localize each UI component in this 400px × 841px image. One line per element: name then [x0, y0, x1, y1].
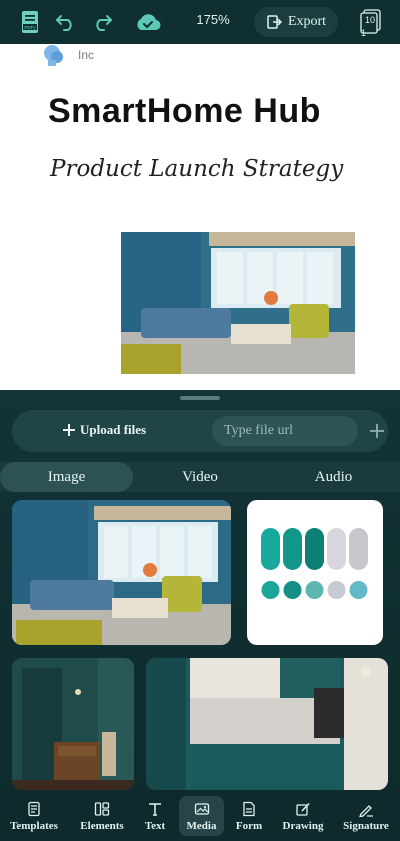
logo-text: Inc: [78, 48, 95, 62]
living-room-image[interactable]: [121, 232, 355, 374]
media-icon: [194, 802, 209, 815]
nav-text-label: Text: [144, 819, 166, 832]
redo-icon[interactable]: [88, 8, 116, 36]
palette-swatch: [327, 528, 346, 570]
pages-count: 10: [365, 15, 376, 25]
palette-swatch: [283, 528, 302, 570]
elements-icon: [94, 801, 110, 816]
tab-video[interactable]: Video: [133, 462, 267, 492]
palette-dot: [261, 581, 280, 599]
nav-signature[interactable]: Signature: [336, 796, 396, 836]
export-icon: [267, 15, 282, 29]
nav-form[interactable]: Form: [230, 796, 268, 836]
svg-text:PDFy: PDFy: [24, 25, 36, 30]
upload-row: Upload files: [12, 410, 388, 452]
nav-form-label: Form: [235, 819, 263, 832]
nav-elements[interactable]: Elements: [72, 796, 132, 836]
upload-files-button[interactable]: Upload files: [62, 422, 146, 438]
drawing-icon: [296, 802, 310, 816]
brain-logo-icon: [42, 44, 68, 68]
document-subtitle[interactable]: Product Launch Strategy: [50, 156, 343, 182]
templates-icon: [28, 801, 40, 816]
media-thumb-living-room[interactable]: [12, 500, 231, 645]
export-label: Export: [287, 14, 327, 29]
nav-elements-label: Elements: [80, 819, 124, 832]
palette-dot: [305, 581, 324, 599]
current-page: 1: [361, 28, 367, 38]
media-thumb-teal-room[interactable]: [12, 658, 134, 790]
nav-drawing-label: Drawing: [282, 819, 324, 832]
nav-drawing[interactable]: Drawing: [278, 796, 328, 836]
media-panel: Upload files Image Video Audio: [0, 390, 400, 790]
palette-swatch: [261, 528, 280, 570]
bottom-navigation: Templates Elements Text Media Form Drawi…: [0, 790, 400, 841]
nav-templates-label: Templates: [10, 819, 58, 832]
palette-dot: [349, 581, 368, 599]
nav-media-label: Media: [186, 819, 217, 832]
media-thumb-color-palette[interactable]: [247, 500, 383, 645]
palette-dot: [327, 581, 346, 599]
file-url-input[interactable]: [212, 416, 358, 446]
palette-swatches: [261, 528, 368, 599]
undo-icon[interactable]: [52, 8, 80, 36]
media-tabs: Image Video Audio: [0, 462, 400, 492]
export-button[interactable]: Export: [254, 7, 338, 37]
tab-image[interactable]: Image: [0, 462, 133, 492]
upload-files-label: Upload files: [80, 422, 147, 437]
zoom-level[interactable]: 175%: [186, 12, 240, 27]
file-icon[interactable]: PDFy: [16, 8, 44, 36]
document-title[interactable]: SmartHome Hub: [48, 92, 321, 131]
plus-icon: [63, 424, 75, 436]
top-toolbar: PDFy 175% Export 10 1: [0, 0, 400, 44]
nav-media[interactable]: Media: [179, 796, 224, 836]
pages-button[interactable]: 10 1: [358, 8, 384, 38]
signature-icon: [359, 804, 373, 817]
drag-handle[interactable]: [180, 396, 220, 400]
document-canvas[interactable]: Inc SmartHome Hub Product Launch Strateg…: [0, 44, 400, 390]
add-url-button[interactable]: [364, 418, 390, 444]
nav-signature-label: Signature: [343, 819, 389, 832]
nav-text[interactable]: Text: [136, 796, 174, 836]
palette-dot: [283, 581, 302, 599]
media-thumb-teal-kitchen[interactable]: [146, 658, 388, 790]
form-icon: [243, 801, 255, 816]
palette-swatch: [349, 528, 368, 570]
text-icon: [149, 802, 161, 816]
palette-swatch: [305, 528, 324, 570]
nav-templates[interactable]: Templates: [0, 796, 68, 836]
plus-icon: [370, 424, 384, 438]
tab-audio[interactable]: Audio: [267, 462, 400, 492]
cloud-save-icon[interactable]: [134, 8, 162, 36]
